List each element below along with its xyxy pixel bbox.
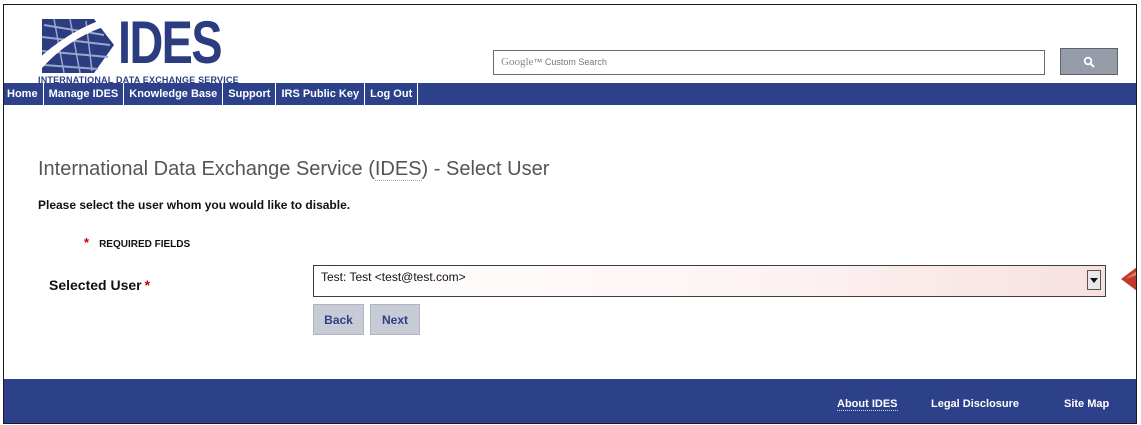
chevron-down-icon: [1090, 277, 1098, 283]
footer-site-map[interactable]: Site Map: [1064, 398, 1109, 410]
page-title-suffix: ) - Select User: [421, 158, 550, 180]
required-fields-label: REQUIRED FIELDS: [99, 239, 191, 250]
selected-user-label: Selected User *: [49, 277, 150, 293]
nav-knowledge-base[interactable]: Knowledge Base: [124, 83, 224, 105]
footer-about-ides[interactable]: About IDES: [837, 398, 898, 411]
back-button[interactable]: Back: [313, 304, 364, 335]
globe-logo-icon: [34, 15, 118, 75]
required-star: *: [84, 235, 90, 250]
page-title: International Data Exchange Service (IDE…: [38, 158, 549, 181]
search-input[interactable]: Google™ Custom Search: [493, 50, 1045, 75]
nav-irs-public-key[interactable]: IRS Public Key: [276, 83, 366, 105]
search-brand: Google: [501, 56, 534, 68]
page-title-abbr: IDES: [374, 158, 422, 181]
selected-user-value: Test: Test <test@test.com>: [321, 270, 466, 284]
main-nav: Home Manage IDES Knowledge Base Support …: [4, 83, 1136, 105]
nav-log-out[interactable]: Log Out: [365, 83, 419, 105]
page-frame: IDES INTERNATIONAL DATA EXCHANGE SERVICE…: [3, 4, 1137, 424]
logo-title: IDES: [118, 9, 223, 76]
selected-user-label-text: Selected User: [49, 277, 142, 293]
red-arrow-marker-icon: [1121, 267, 1136, 291]
selected-user-required-star: *: [144, 277, 151, 293]
required-fields-note: * REQUIRED FIELDS: [84, 235, 190, 250]
ides-logo[interactable]: IDES INTERNATIONAL DATA EXCHANGE SERVICE: [34, 11, 239, 85]
search-placeholder: ™ Custom Search: [533, 57, 607, 67]
instruction-text: Please select the user whom you would li…: [38, 198, 351, 212]
page-title-prefix: International Data Exchange Service (: [38, 158, 375, 180]
search-button[interactable]: [1060, 48, 1118, 75]
selected-user-select[interactable]: Test: Test <test@test.com>: [313, 265, 1106, 297]
footer: About IDES Legal Disclosure Site Map: [4, 379, 1136, 423]
nav-home[interactable]: Home: [4, 83, 44, 105]
search-icon: [1083, 56, 1095, 68]
dropdown-arrow[interactable]: [1087, 270, 1101, 290]
nav-support[interactable]: Support: [223, 83, 277, 105]
next-button[interactable]: Next: [370, 304, 420, 335]
footer-legal-disclosure[interactable]: Legal Disclosure: [931, 398, 1019, 410]
nav-manage-ides[interactable]: Manage IDES: [44, 83, 125, 105]
